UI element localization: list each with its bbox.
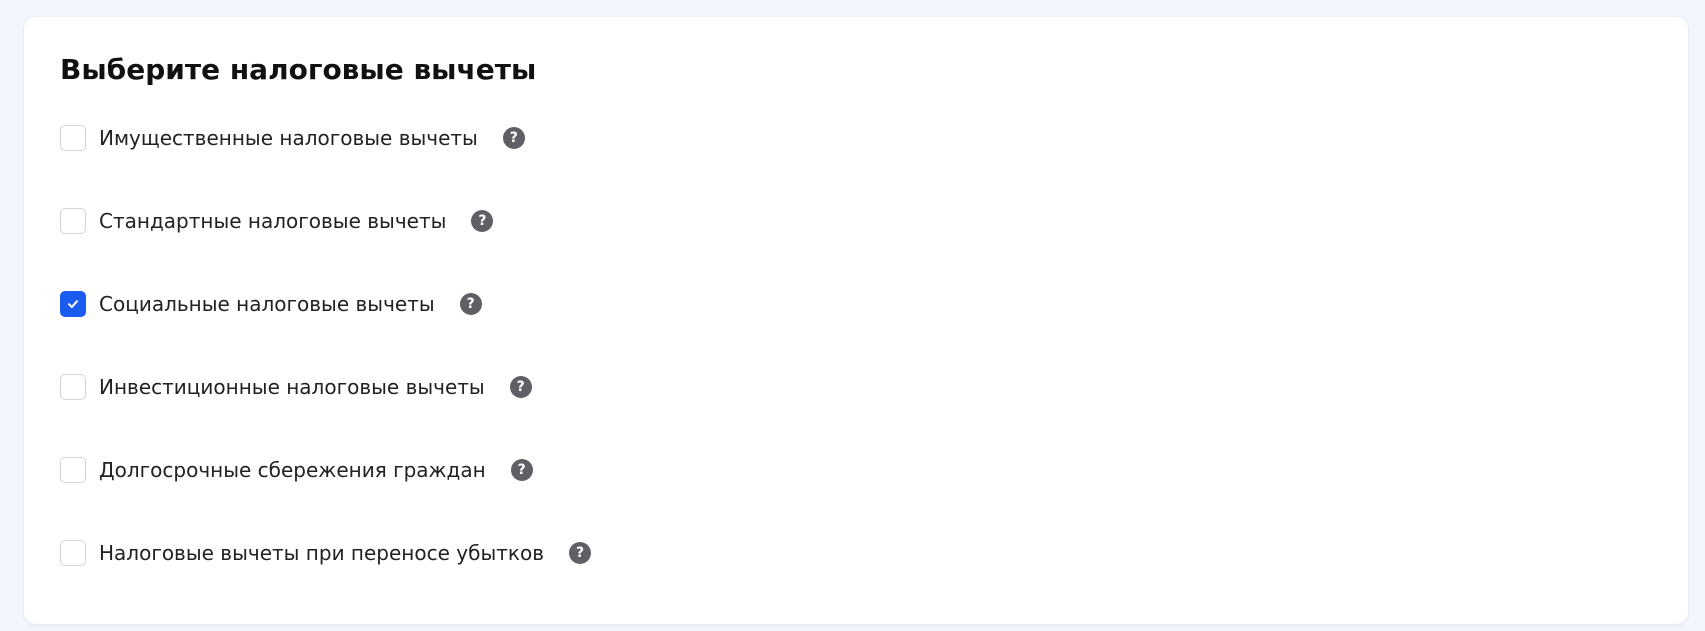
option-label[interactable]: Социальные налоговые вычеты	[99, 290, 435, 318]
question-circle-icon[interactable]: ?	[510, 459, 533, 481]
option-standard-deductions[interactable]: Стандартные налоговые вычеты ?	[60, 207, 494, 235]
deductions-card: Выберите налоговые вычеты Имущественные …	[24, 17, 1688, 624]
checkbox[interactable]	[60, 457, 86, 483]
option-label[interactable]: Налоговые вычеты при переносе убытков	[99, 539, 544, 567]
question-circle-icon[interactable]: ?	[569, 542, 591, 564]
check-icon	[68, 300, 78, 308]
checkbox[interactable]	[60, 540, 86, 566]
option-property-deductions[interactable]: Имущественные налоговые вычеты ?	[60, 124, 525, 152]
option-investment-deductions[interactable]: Инвестиционные налоговые вычеты ?	[60, 373, 532, 401]
page-title: Выберите налоговые вычеты	[60, 53, 537, 86]
checkbox[interactable]	[60, 208, 86, 234]
option-label[interactable]: Имущественные налоговые вычеты	[99, 124, 478, 152]
option-long-term-savings[interactable]: Долгосрочные сбережения граждан ?	[60, 456, 533, 484]
checkbox[interactable]	[60, 374, 86, 400]
question-circle-icon[interactable]: ?	[471, 210, 494, 232]
option-label[interactable]: Долгосрочные сбережения граждан	[99, 456, 486, 484]
question-circle-icon[interactable]: ?	[502, 127, 525, 149]
question-circle-icon[interactable]: ?	[509, 376, 532, 398]
option-loss-carryforward-deductions[interactable]: Налоговые вычеты при переносе убытков ?	[60, 539, 591, 567]
option-label[interactable]: Стандартные налоговые вычеты	[99, 207, 446, 235]
option-label[interactable]: Инвестиционные налоговые вычеты	[99, 373, 485, 401]
checkbox[interactable]	[60, 125, 86, 151]
question-circle-icon[interactable]: ?	[459, 293, 482, 315]
option-social-deductions[interactable]: Социальные налоговые вычеты ?	[60, 290, 482, 318]
checkbox[interactable]	[60, 291, 86, 317]
